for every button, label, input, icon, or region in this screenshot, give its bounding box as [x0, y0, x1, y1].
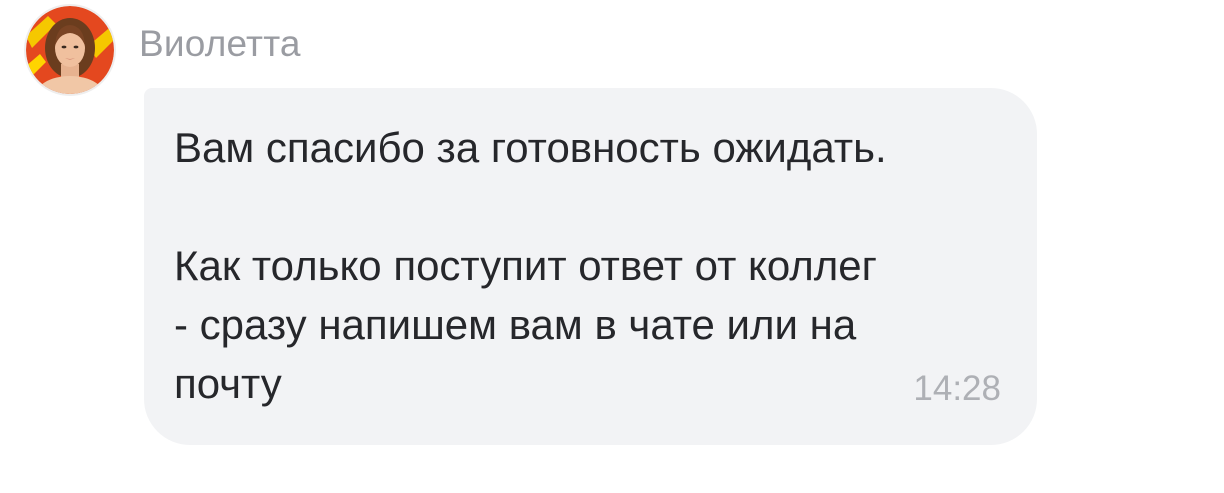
sender-name: Виолетта — [139, 23, 301, 64]
chat-message: Виолетта Вам спасибо за готовность ожида… — [0, 0, 1224, 493]
message-text: Вам спасибо за готовность ожидать. Как т… — [174, 124, 887, 407]
message-timestamp: 14:28 — [913, 369, 1001, 408]
message-bubble[interactable]: Вам спасибо за готовность ожидать. Как т… — [144, 88, 1037, 445]
agent-avatar-icon[interactable] — [26, 6, 114, 94]
